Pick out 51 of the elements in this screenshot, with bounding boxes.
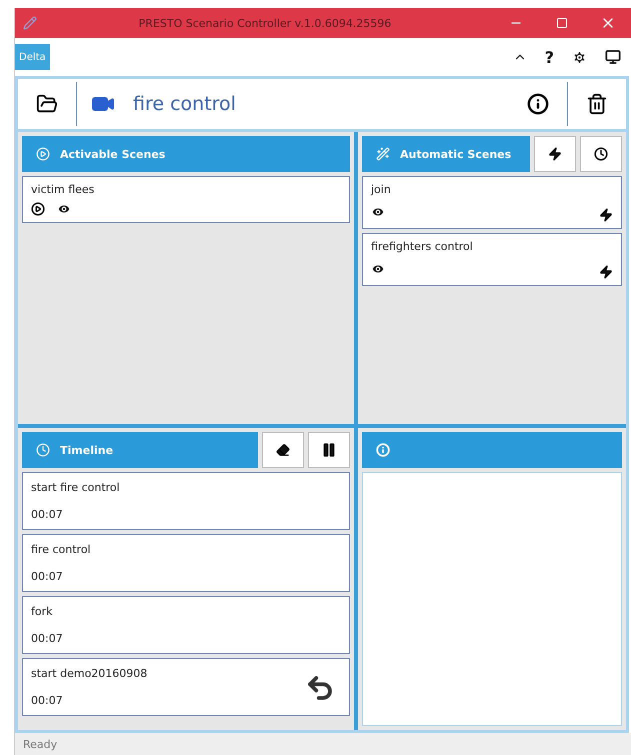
window-title: PRESTO Scenario Controller v.1.0.6094.25596 [138, 16, 392, 30]
scene-name: victim flees [31, 183, 96, 196]
play-icon [31, 202, 45, 216]
settings-icon [572, 50, 587, 64]
entry-time: 00:07 [31, 508, 64, 521]
lightning-icon [548, 147, 562, 161]
trash-icon [586, 93, 608, 115]
entry-name: start demo20160908 [31, 667, 148, 680]
maximize-icon [556, 17, 568, 29]
scene-card[interactable]: victim flees [22, 176, 350, 223]
eraser-button[interactable] [262, 432, 304, 468]
entry-name: fire control [31, 543, 92, 556]
timeline-entry[interactable]: fire control 00:07 [22, 534, 350, 592]
scenario-name: fire control [133, 93, 237, 115]
panel-title: Automatic Scenes [400, 148, 512, 160]
timeline-entry[interactable]: start demo20160908 00:07 [22, 658, 350, 716]
lightning-icon [599, 265, 613, 279]
help-button[interactable]: ? [544, 48, 554, 66]
timeline-entry[interactable]: start fire control 00:07 [22, 472, 350, 530]
monitor-button[interactable] [605, 49, 621, 65]
clock-icon [36, 443, 50, 457]
entry-name: start fire control [31, 481, 121, 494]
pencil-icon [23, 16, 37, 30]
scene-card[interactable]: join [362, 176, 622, 229]
entry-time: 00:07 [31, 694, 64, 707]
clock-icon [594, 147, 608, 161]
entry-name: fork [31, 605, 54, 618]
entry-time: 00:07 [31, 632, 64, 645]
trigger-button[interactable] [534, 136, 576, 172]
pause-button[interactable] [308, 432, 350, 468]
settings-button[interactable] [572, 50, 587, 64]
wand-icon [376, 147, 390, 161]
timeline-entry[interactable]: fork 00:07 [22, 596, 350, 654]
info-icon [527, 93, 549, 115]
folder-icon [36, 93, 58, 115]
scene-card[interactable]: firefighters control [362, 233, 622, 286]
eraser-icon [276, 443, 290, 457]
scene-name: join [371, 183, 392, 196]
logo: Delta [15, 44, 50, 70]
entry-time: 00:07 [31, 570, 64, 583]
play-icon [36, 147, 50, 161]
clock-button[interactable] [580, 136, 622, 172]
panel-title: Timeline [60, 444, 114, 456]
scene-name: firefighters control [371, 240, 474, 253]
undo-icon[interactable] [305, 673, 335, 703]
panel-title: Activable Scenes [60, 148, 166, 160]
status-text: Ready [23, 738, 58, 750]
monitor-icon [605, 49, 621, 65]
info-icon [376, 443, 390, 457]
pause-icon [321, 442, 337, 458]
lightning-icon [599, 208, 613, 222]
